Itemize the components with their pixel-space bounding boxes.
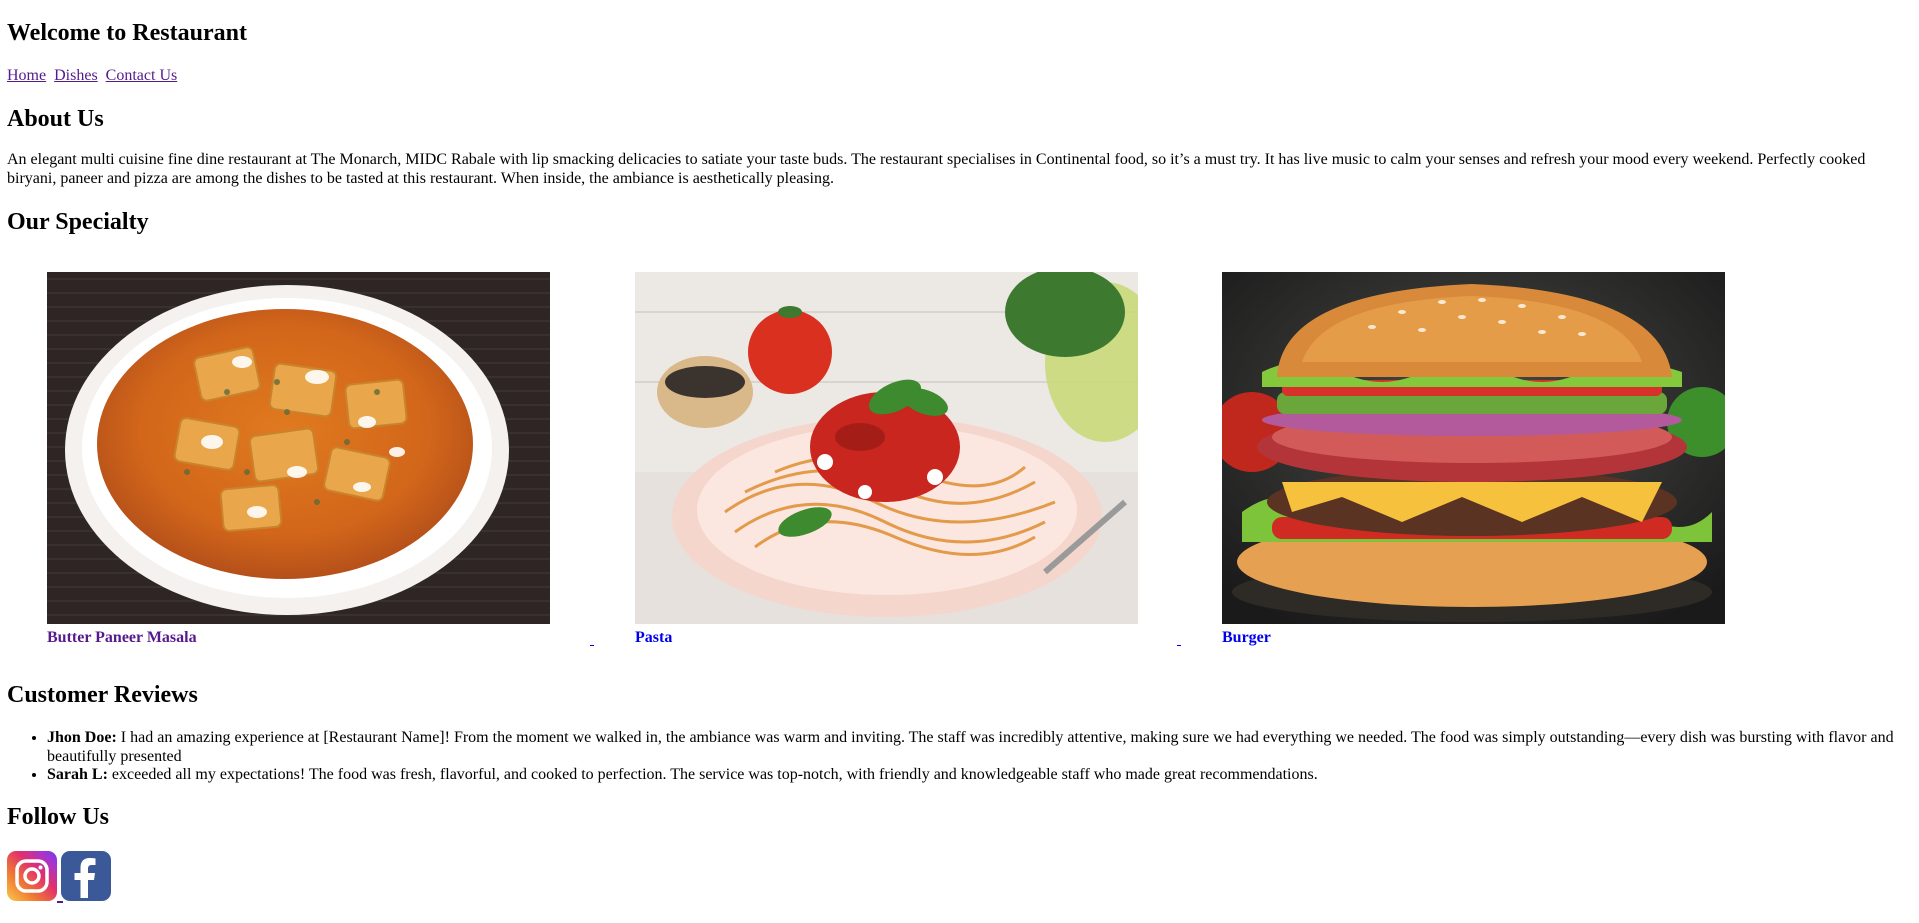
- review-item: Sarah L: exceeded all my expectations! T…: [47, 766, 1919, 785]
- review-item: Jhon Doe: I had an amazing experience at…: [47, 729, 1919, 766]
- facebook-icon[interactable]: [61, 851, 111, 901]
- dish-label-burger[interactable]: Burger: [1222, 628, 1725, 647]
- about-heading: About Us: [7, 106, 104, 132]
- reviews-heading: Customer Reviews: [7, 682, 198, 708]
- nav-dishes-link[interactable]: Dishes: [54, 67, 98, 84]
- dish-card-butter-paneer[interactable]: Butter Paneer Masala: [47, 272, 550, 647]
- dish-label-butter-paneer[interactable]: Butter Paneer Masala: [47, 628, 550, 647]
- page-title: Welcome to Restaurant: [7, 20, 247, 46]
- nav-home-link[interactable]: Home: [7, 67, 46, 84]
- pasta-image[interactable]: [635, 272, 1138, 624]
- review-author: Jhon Doe:: [47, 729, 117, 746]
- instagram-icon[interactable]: [7, 851, 57, 901]
- follow-heading: Follow Us: [7, 804, 109, 830]
- about-text: An elegant multi cuisine fine dine resta…: [7, 151, 1866, 187]
- burger-image[interactable]: [1222, 272, 1725, 624]
- specialty-heading: Our Specialty: [7, 209, 149, 235]
- dish-label-pasta[interactable]: Pasta: [635, 628, 1138, 647]
- dish-card-burger[interactable]: Burger: [1222, 272, 1725, 647]
- nav-contact-link[interactable]: Contact Us: [106, 67, 178, 84]
- dish-card-pasta[interactable]: Pasta: [635, 272, 1138, 647]
- dish-link-gap[interactable]: [590, 631, 594, 646]
- butter-paneer-image[interactable]: [47, 272, 550, 624]
- specialty-gallery: Butter Paneer Masala Pasta Burger: [0, 272, 1919, 652]
- review-text: exceeded all my expectations! The food w…: [111, 766, 1318, 783]
- main-nav: Home Dishes Contact Us: [7, 66, 185, 86]
- dish-link-gap[interactable]: [1177, 631, 1181, 646]
- reviews-list: Jhon Doe: I had an amazing experience at…: [7, 729, 1919, 785]
- social-links: [7, 851, 111, 901]
- review-author: Sarah L:: [47, 766, 108, 783]
- review-text: I had an amazing experience at [Restaura…: [47, 729, 1894, 765]
- link-underline: [57, 901, 63, 903]
